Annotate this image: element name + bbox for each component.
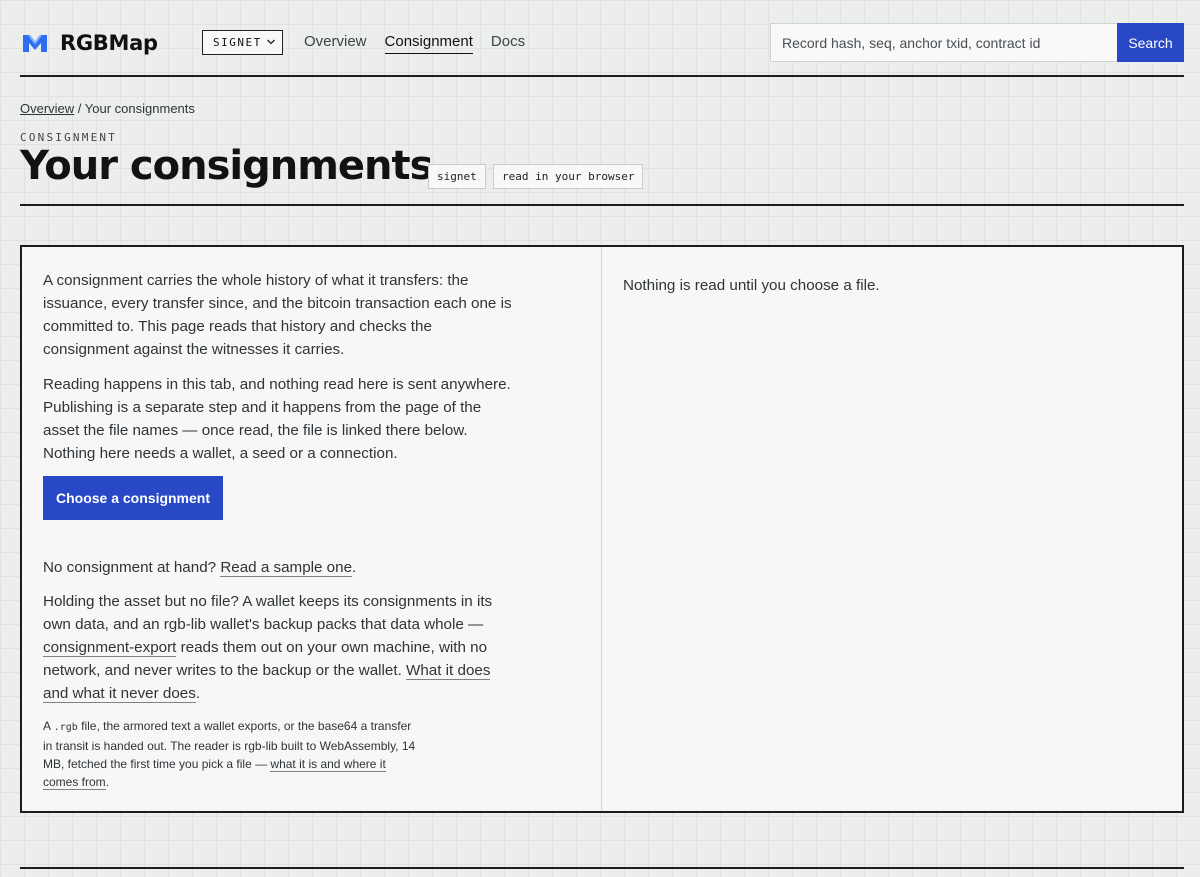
top-bar: RGBMap SIGNET Overview Consignment Docs …	[20, 22, 1184, 62]
search-form: Search	[770, 23, 1184, 62]
backup-paragraph: Holding the asset but no file? A wallet …	[43, 590, 503, 705]
logo[interactable]: RGBMap	[21, 31, 158, 55]
sample-paragraph: No consignment at hand? Read a sample on…	[43, 556, 543, 579]
search-input[interactable]	[770, 23, 1117, 62]
breadcrumb-current: Your consignments	[84, 101, 195, 116]
rgbmap-logo-icon	[23, 34, 47, 52]
backup-period: .	[195, 685, 201, 702]
result-column: Nothing is read until you choose a file.	[602, 247, 1182, 811]
breadcrumb-overview-link[interactable]: Overview	[20, 101, 74, 116]
main-nav: Overview Consignment Docs	[304, 33, 543, 54]
logo-text: RGBMap	[60, 31, 158, 55]
consignment-panel: A consignment carries the whole history …	[20, 245, 1184, 813]
privacy-paragraph: Reading happens in this tab, and nothing…	[43, 376, 511, 462]
network-select[interactable]: SIGNET	[202, 30, 283, 55]
breadcrumb-separator: /	[74, 101, 85, 116]
footer-divider	[20, 867, 1184, 869]
search-button[interactable]: Search	[1117, 23, 1184, 62]
nav-overview[interactable]: Overview	[304, 33, 367, 54]
network-select-value: SIGNET	[213, 36, 262, 49]
nav-consignment[interactable]: Consignment	[384, 33, 473, 54]
format-note-period: .	[105, 775, 110, 789]
network-tag: signet	[428, 164, 486, 189]
breadcrumb: Overview / Your consignments	[20, 101, 195, 116]
mode-tag: read in your browser	[493, 164, 644, 189]
intro-paragraph: A consignment carries the whole history …	[43, 272, 512, 358]
sample-link[interactable]: Read a sample one	[220, 559, 353, 577]
title-divider	[20, 204, 1184, 206]
intro-column: A consignment carries the whole history …	[22, 247, 602, 811]
page-title: Your consignments	[20, 143, 433, 189]
backup-text-a: Holding the asset but no file? A wallet …	[43, 593, 493, 633]
header-divider	[20, 75, 1184, 77]
sample-period: .	[352, 559, 357, 576]
format-note: A .rgb file, the armored text a wallet e…	[43, 717, 423, 791]
empty-state-text: Nothing is read until you choose a file.	[623, 277, 880, 294]
format-note-a: A	[43, 719, 54, 733]
rgb-extension: .rgb	[53, 722, 78, 733]
chevron-down-icon	[267, 39, 275, 45]
choose-consignment-button[interactable]: Choose a consignment	[43, 476, 223, 520]
sample-text: No consignment at hand?	[43, 559, 221, 576]
nav-docs[interactable]: Docs	[491, 33, 525, 54]
consignment-export-link[interactable]: consignment-export	[43, 639, 177, 657]
